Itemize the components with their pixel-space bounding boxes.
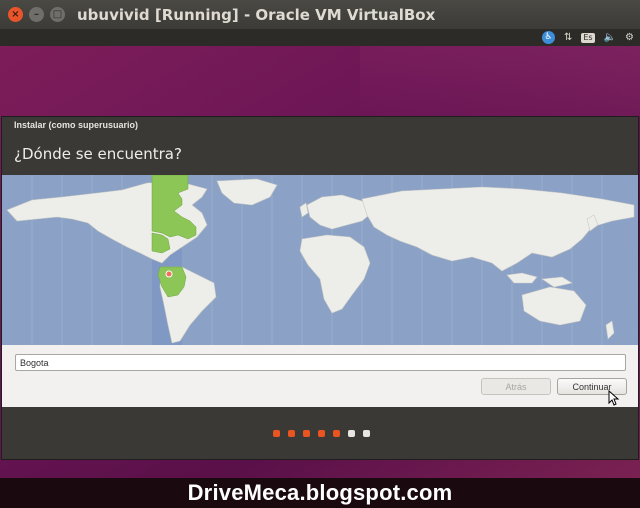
world-map-graphic[interactable] xyxy=(2,175,638,345)
selected-city-marker xyxy=(165,270,173,278)
progress-dot xyxy=(287,429,295,437)
minimize-window-button[interactable]: – xyxy=(29,7,44,22)
virtualbox-window: × – □ ubuvivid [Running] - Oracle VM Vir… xyxy=(0,0,640,508)
maximize-window-button[interactable]: □ xyxy=(50,7,65,22)
progress-dot xyxy=(347,429,355,437)
guest-top-panel: ♿ ⇅ Es 🔈 ⚙ xyxy=(0,29,640,46)
mouse-pointer-icon xyxy=(608,390,620,406)
progress-footer xyxy=(2,407,638,459)
close-window-button[interactable]: × xyxy=(8,7,23,22)
back-button[interactable]: Atrás xyxy=(481,378,551,395)
keyboard-layout-indicator[interactable]: Es xyxy=(581,32,595,43)
progress-dot xyxy=(302,429,310,437)
maximize-icon: □ xyxy=(52,8,63,20)
progress-dot xyxy=(272,429,280,437)
watermark-banner: DriveMeca.blogspot.com xyxy=(0,478,640,508)
progress-dot xyxy=(317,429,325,437)
dialog-window-title: Instalar (como superusuario) xyxy=(14,120,139,130)
title-bar: × – □ ubuvivid [Running] - Oracle VM Vir… xyxy=(0,0,640,29)
close-icon: × xyxy=(11,8,20,20)
timezone-map[interactable] xyxy=(2,175,638,345)
volume-icon[interactable]: 🔈 xyxy=(604,32,616,43)
watermark-text: DriveMeca.blogspot.com xyxy=(187,480,453,505)
network-icon[interactable]: ⇅ xyxy=(564,32,572,43)
progress-dot xyxy=(362,429,370,437)
minimize-icon: – xyxy=(34,8,39,20)
city-search-input[interactable] xyxy=(15,354,626,371)
dialog-header: Instalar (como superusuario) ¿Dónde se e… xyxy=(2,117,638,175)
step-heading: ¿Dónde se encuentra? xyxy=(14,145,182,163)
accessibility-icon[interactable]: ♿ xyxy=(541,31,555,44)
window-title: ubuvivid [Running] - Oracle VM VirtualBo… xyxy=(77,5,436,24)
installer-dialog: Instalar (como superusuario) ¿Dónde se e… xyxy=(1,116,639,460)
settings-gear-icon[interactable]: ⚙ xyxy=(625,32,634,43)
progress-dot xyxy=(332,429,340,437)
